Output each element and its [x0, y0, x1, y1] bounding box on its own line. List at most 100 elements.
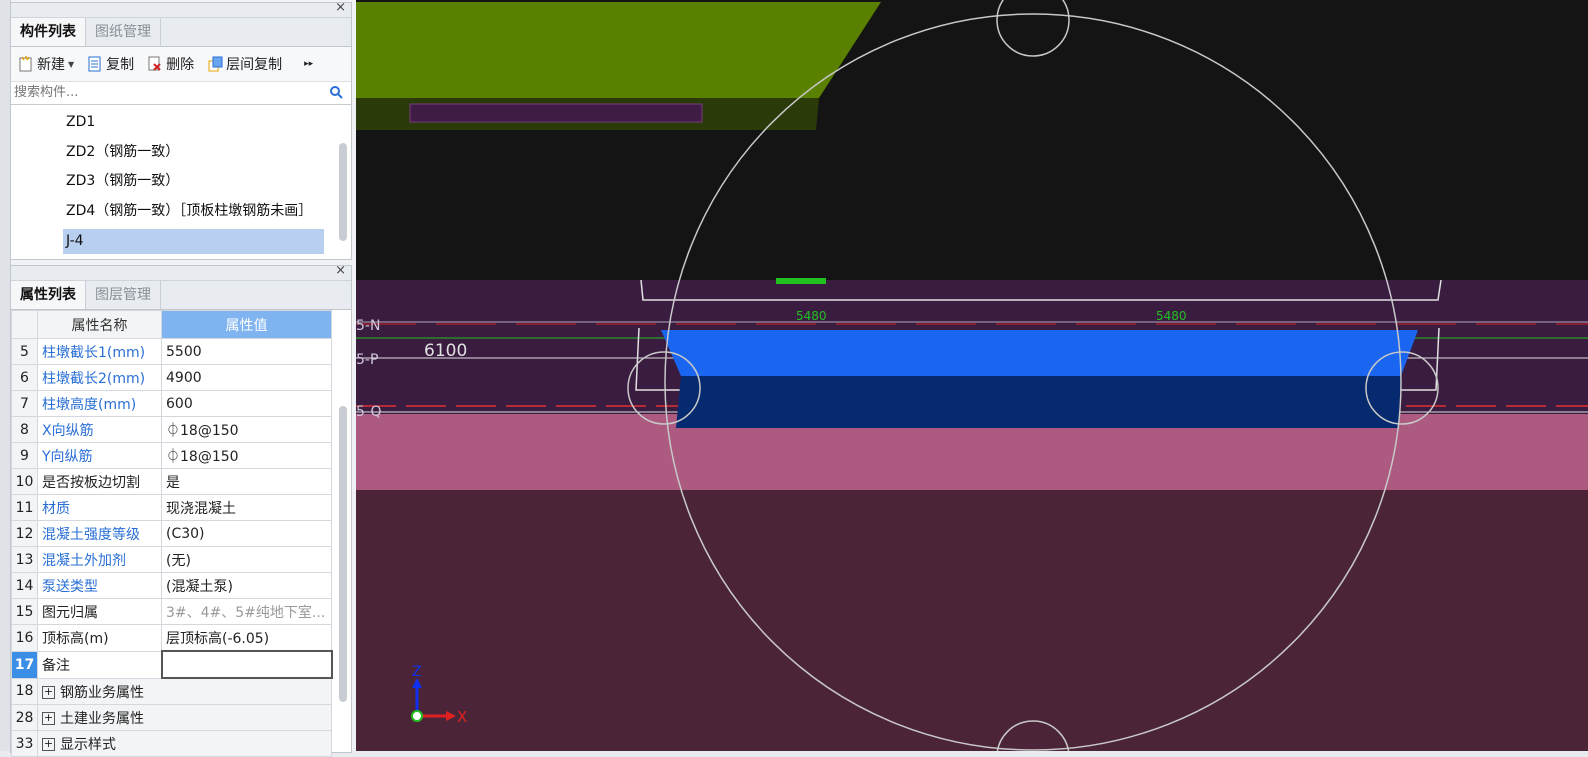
property-scrollbar[interactable]: [339, 406, 347, 702]
axis-z-label: Z: [412, 664, 422, 680]
component-list: ZD1 ZD2（钢筋一致） ZD3（钢筋一致） ZD4（钢筋一致）［顶板柱墩钢筋…: [11, 105, 351, 260]
property-value[interactable]: 是: [161, 468, 332, 495]
table-row[interactable]: 33 + 显示样式: [11, 730, 332, 757]
table-row[interactable]: 18 + 钢筋业务属性: [11, 677, 332, 705]
expand-icon[interactable]: +: [42, 738, 55, 751]
green-marker: [776, 278, 826, 284]
table-row[interactable]: 15 图元归属 3#、4#、5#纯地下室...: [11, 598, 332, 625]
property-name: 备注: [37, 650, 162, 679]
table-row[interactable]: 16 顶标高(m) 层顶标高(-6.05): [11, 624, 332, 652]
new-file-icon: [19, 56, 33, 72]
floor-copy-button[interactable]: 层间复制: [208, 54, 282, 74]
list-item[interactable]: ZD3（钢筋一致）: [63, 169, 324, 194]
property-value[interactable]: (混凝土泵): [161, 572, 332, 599]
more-tools-button[interactable]: ▸▸: [304, 59, 313, 69]
expand-icon[interactable]: +: [42, 712, 55, 725]
table-row[interactable]: 9 Y向纵筋 ⏀18@150: [11, 442, 332, 469]
search-icon[interactable]: [329, 85, 343, 103]
property-group-label: 显示样式: [60, 736, 116, 753]
dimension-label: 5480: [1156, 309, 1187, 323]
property-group[interactable]: + 显示样式: [37, 730, 332, 757]
row-number: 18: [11, 677, 38, 705]
delete-button[interactable]: 删除: [148, 54, 194, 74]
property-name: 柱墩截长2(mm): [37, 364, 162, 391]
pier-top-face: [661, 330, 1418, 376]
property-value[interactable]: ⏀18@150: [161, 442, 332, 469]
table-row[interactable]: 6 柱墩截长2(mm) 4900: [11, 364, 332, 391]
property-value[interactable]: 4900: [161, 364, 332, 391]
row-number: 12: [11, 520, 38, 547]
close-icon[interactable]: ×: [335, 0, 346, 15]
tab-component-list[interactable]: 构件列表: [11, 18, 86, 46]
list-item[interactable]: ZD4（钢筋一致）［顶板柱墩钢筋未画］: [63, 199, 324, 224]
property-value[interactable]: (C30): [161, 520, 332, 547]
table-row[interactable]: 10 是否按板边切割是: [11, 468, 332, 495]
list-item[interactable]: ZD1: [63, 110, 324, 135]
list-item-selected[interactable]: J-4: [63, 229, 324, 254]
property-value[interactable]: [160, 650, 333, 679]
property-value[interactable]: 5500: [161, 338, 332, 365]
property-name: 顶标高(m): [37, 624, 162, 652]
viewport-canvas[interactable]: 5480 5480 6100 5-N 5-P 5-Q Z X: [356, 0, 1588, 751]
row-number: 10: [11, 468, 38, 495]
property-group[interactable]: + 钢筋业务属性: [37, 677, 332, 705]
row-number: 17: [11, 650, 38, 679]
property-name: 混凝土强度等级: [37, 520, 162, 547]
property-value[interactable]: 3#、4#、5#纯地下室...: [161, 598, 332, 625]
table-row[interactable]: 12 混凝土强度等级 (C30): [11, 520, 332, 547]
floor-copy-icon: [208, 56, 223, 72]
row-number: 7: [11, 390, 38, 417]
row-number: 33: [11, 730, 38, 757]
table-row[interactable]: 17 备注: [11, 650, 333, 679]
new-button[interactable]: 新建 ▼: [19, 54, 74, 74]
table-row[interactable]: 14 泵送类型 (混凝土泵): [11, 572, 332, 599]
property-table: 属性名称 属性值 5 柱墩截长1(mm) 5500 6 柱墩截长2(mm) 4900 7 柱墩…: [11, 310, 333, 757]
table-row[interactable]: 7 柱墩高度(mm) 600: [11, 390, 332, 417]
tab-property-list[interactable]: 属性列表: [11, 281, 86, 309]
component-search: [11, 82, 351, 105]
copy-button[interactable]: 复制: [88, 54, 134, 74]
table-row[interactable]: 5 柱墩截长1(mm) 5500: [11, 338, 332, 365]
chevron-down-icon[interactable]: ▼: [68, 60, 74, 69]
property-value[interactable]: 600: [161, 390, 332, 417]
property-name: 柱墩截长1(mm): [37, 338, 162, 365]
list-item[interactable]: ZD2（钢筋一致）: [63, 140, 324, 165]
table-row[interactable]: 8 X向纵筋 ⏀18@150: [11, 416, 332, 443]
property-group[interactable]: + 土建业务属性: [37, 704, 332, 731]
row-number: 15: [11, 598, 38, 625]
property-list-panel: × 属性列表 图层管理 属性名称 属性值 5 柱墩截长1(mm) 5500 6 柱墩截长…: [10, 263, 352, 757]
property-name: 图元归属: [37, 598, 162, 625]
component-list-panel: × 构件列表 图纸管理 新建 ▼ 复制 删除 层间复制 ▸▸ 搜索构件... Z…: [10, 0, 352, 260]
axis-label: 5-Q: [356, 404, 382, 420]
property-value[interactable]: ⏀18@150: [161, 416, 332, 443]
panel-header: ×: [11, 0, 351, 18]
column-header-blank: [11, 310, 38, 339]
axis-label: 5-N: [356, 318, 380, 334]
model-viewport[interactable]: 5480 5480 6100 5-N 5-P 5-Q Z X: [356, 0, 1588, 751]
row-number: 5: [11, 338, 38, 365]
row-number: 14: [11, 572, 38, 599]
copy-icon: [88, 56, 102, 72]
property-value[interactable]: 现浇混凝土: [161, 494, 332, 521]
delete-label: 删除: [166, 57, 195, 73]
close-icon[interactable]: ×: [335, 263, 346, 278]
property-value[interactable]: (无): [161, 546, 332, 573]
search-input[interactable]: [11, 82, 317, 102]
tab-drawing-management[interactable]: 图纸管理: [86, 18, 161, 46]
tab-layer-management[interactable]: 图层管理: [86, 281, 161, 309]
column-header-name: 属性名称: [37, 310, 162, 339]
property-name: Y向纵筋: [37, 442, 162, 469]
property-value[interactable]: 层顶标高(-6.05): [161, 624, 332, 652]
row-number: 8: [11, 416, 38, 443]
row-number: 28: [11, 704, 38, 731]
green-slab: [356, 2, 881, 98]
table-row[interactable]: 13 混凝土外加剂 (无): [11, 546, 332, 573]
delete-icon: [148, 56, 162, 72]
table-row[interactable]: 28 + 土建业务属性: [11, 704, 332, 731]
list-scrollbar[interactable]: [339, 143, 347, 241]
component-tabs: 构件列表 图纸管理: [11, 18, 351, 47]
expand-icon[interactable]: +: [42, 686, 55, 699]
row-number: 9: [11, 442, 38, 469]
table-row[interactable]: 11 材质 现浇混凝土: [11, 494, 332, 521]
property-name: 泵送类型: [37, 572, 162, 599]
